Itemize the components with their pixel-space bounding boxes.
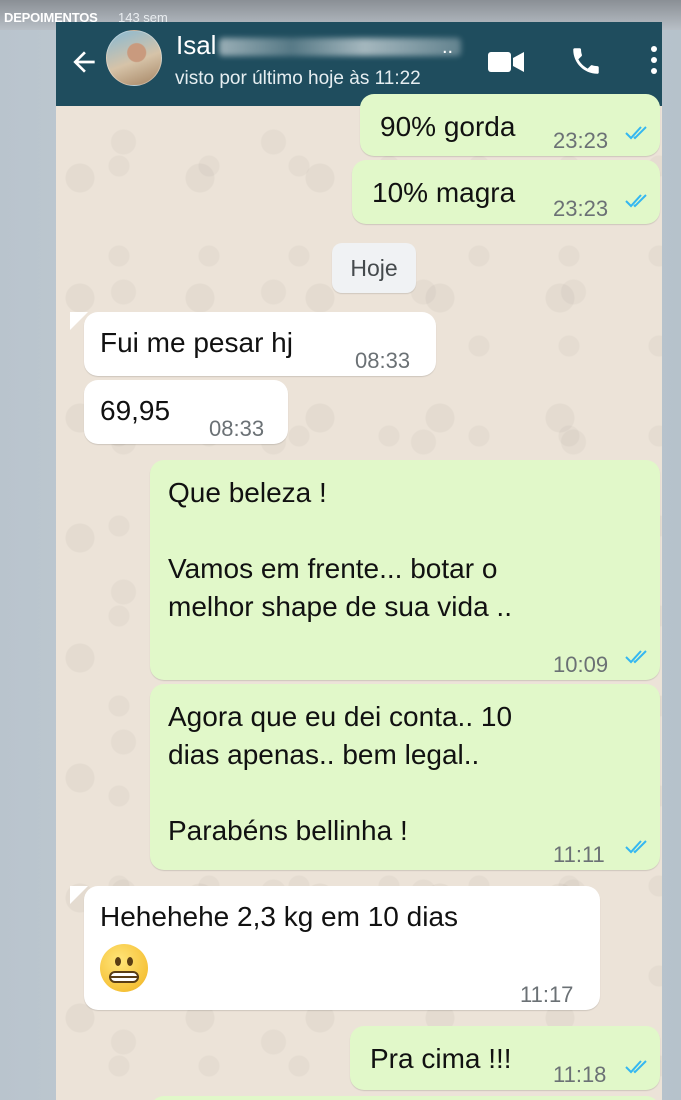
message-time: 23:23: [553, 196, 609, 221]
contact-avatar[interactable]: [106, 30, 162, 86]
message-text: Agora que eu dei conta.. 10 dias apenas.…: [168, 701, 513, 846]
message-time: 10:09: [553, 652, 609, 677]
date-divider: Hoje: [332, 243, 416, 293]
message-bubble-outgoing[interactable]: Que beleza ! Vamos em frente... botar o …: [150, 460, 660, 680]
phone-icon[interactable]: [569, 44, 603, 78]
message-text: Pra cima !!!: [370, 1043, 512, 1074]
grimacing-face-emoji: [100, 944, 148, 992]
message-time: 11:17: [520, 982, 574, 1007]
message-time: 08:33: [209, 416, 265, 441]
message-text: Que beleza ! Vamos em frente... botar o …: [168, 477, 512, 622]
message-time: 11:11: [553, 842, 605, 867]
contact-name-blurred: [219, 38, 461, 56]
message-text: 90% gorda: [380, 111, 516, 142]
message-text: Fui me pesar hj: [100, 327, 293, 358]
message-time: 11:18: [553, 1062, 607, 1087]
double-check-icon: [625, 1060, 647, 1074]
more-vert-icon[interactable]: [648, 44, 660, 76]
double-check-icon: [625, 840, 647, 854]
chat-screen: Isal .. visto por último hoje às 11:22 9…: [56, 22, 662, 1100]
double-check-icon: [625, 650, 647, 664]
double-check-icon: [625, 194, 647, 208]
back-arrow-icon[interactable]: [68, 46, 100, 78]
double-check-icon: [625, 126, 647, 140]
message-text: 10% magra: [372, 177, 516, 208]
message-bubble-outgoing[interactable]: Agora que eu dei conta.. 10 dias apenas.…: [150, 684, 660, 870]
message-text: 69,95: [100, 395, 171, 426]
contact-name[interactable]: Isal: [176, 30, 216, 61]
message-bubble-outgoing[interactable]: Pra cima !!! 11:18: [350, 1026, 660, 1090]
message-bubble-incoming[interactable]: 69,95 08:33: [84, 380, 288, 444]
message-bubble-outgoing[interactable]: 10% magra 23:23: [352, 160, 660, 224]
contact-last-seen: visto por último hoje às 11:22: [175, 68, 421, 89]
message-text: Hehehehe 2,3 kg em 10 dias: [100, 901, 459, 932]
video-call-icon[interactable]: [488, 49, 524, 75]
contact-name-ellipsis: ..: [442, 36, 454, 58]
message-time: 23:23: [553, 128, 609, 153]
message-time: 08:33: [355, 348, 411, 373]
message-bubble-outgoing-partial[interactable]: [150, 1096, 660, 1100]
message-bubble-outgoing[interactable]: 90% gorda 23:23: [360, 94, 660, 156]
message-bubble-incoming[interactable]: Hehehehe 2,3 kg em 10 dias 11:17: [84, 886, 600, 1010]
message-bubble-incoming[interactable]: Fui me pesar hj 08:33: [84, 312, 436, 376]
